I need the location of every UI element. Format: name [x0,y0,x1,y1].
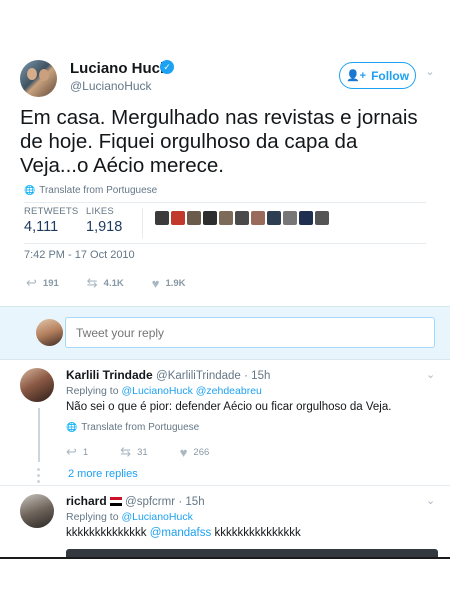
retweets-label[interactable]: RETWEETS [24,206,78,217]
divider [0,485,450,486]
translate-label: Translate from Portuguese [81,422,200,433]
mention-link[interactable]: @LucianoHuck [121,511,192,523]
retweet-count: 31 [137,446,148,458]
author-name[interactable]: Luciano Huck [70,60,168,77]
likes-label[interactable]: LIKES [86,206,114,217]
globe-icon: 🌐 [24,185,36,195]
author-handle[interactable]: @LucianoHuck [70,79,152,93]
reply-button[interactable]: ↩ 191 [26,275,59,291]
reply-text-part: kkkkkkkkkkkkkk [66,527,147,539]
follow-label: Follow [371,68,410,83]
divider [142,208,143,238]
reply-count: 1 [82,446,89,458]
reply-icon: ↩ [26,275,37,290]
tweet-actions: ↩ 191 ⇆ 4.1K ♥ 1.9K [26,275,214,291]
tweet-text: Em casa. Mergulhado nas revistas e jorna… [20,106,418,177]
liker-avatar[interactable] [235,211,249,225]
reply-time[interactable]: · 15h [244,370,270,382]
attached-media[interactable] [66,549,438,557]
retweet-icon: ⇆ [120,444,132,459]
liker-avatar[interactable] [251,211,265,225]
like-count: 266 [193,446,210,458]
likes-count[interactable]: 1,918 [86,219,122,235]
retweet-count: 4.1K [103,277,124,289]
avatar[interactable] [20,494,54,528]
thread-line [38,408,40,462]
liker-avatar[interactable] [187,211,201,225]
retweets-count[interactable]: 4,111 [24,219,58,235]
more-replies-link[interactable]: 2 more replies [68,468,138,480]
liker-avatar[interactable] [299,211,313,225]
reply-time[interactable]: · 15h [178,496,204,508]
retweet-icon: ⇆ [86,275,98,290]
like-count: 1.9K [165,277,186,289]
translate-link[interactable]: 🌐 Translate from Portuguese [24,185,157,196]
reply-composer [0,306,450,360]
divider [24,243,426,244]
user-avatar [36,319,63,346]
divider [24,202,426,203]
reply-icon: ↩ [66,444,77,459]
retweet-button[interactable]: ⇆ 31 [120,444,147,460]
heart-icon: ♥ [179,444,188,460]
reply-text: kkkkkkkkkkkkkk @mandafss kkkkkkkkkkkkkkk [66,527,301,539]
flag-icon [109,497,122,506]
add-user-icon: 👤+ [345,70,367,82]
reply-text: Não sei o que é pior: defender Aécio ou … [66,401,392,413]
reply-author[interactable]: Karlili Trindade @KarliliTrindade · 15h [66,368,270,382]
mention-link[interactable]: @mandafss [150,527,212,539]
globe-icon: 🌐 [66,422,78,432]
tweet-timestamp[interactable]: 7:42 PM - 17 Oct 2010 [24,249,135,261]
chevron-down-icon[interactable]: ⌄ [424,66,436,78]
liker-avatar[interactable] [171,211,185,225]
retweet-button[interactable]: ⇆ 4.1K [87,275,124,291]
verified-badge-icon: ✓ [160,60,174,74]
liker-avatar[interactable] [203,211,217,225]
reply-author[interactable]: richard @spfcrmr · 15h [66,494,205,508]
tweet-page: Luciano Huck ✓ @LucianoHuck 👤+ Follow ⌄ … [0,0,450,600]
liker-avatar[interactable] [155,211,169,225]
mention-link[interactable]: @LucianoHuck [121,385,192,397]
reply-handle: @spfcrmr [125,496,176,508]
reply-button[interactable]: ↩ 1 [66,444,88,460]
replying-prefix: Replying to [66,511,119,523]
divider [0,557,450,559]
translate-label: Translate from Portuguese [39,185,158,196]
reply-count: 191 [42,277,59,289]
reply-actions: ↩ 1 ⇆ 31 ♥ 266 [66,444,241,460]
replying-prefix: Replying to [66,385,119,397]
reply-author-name: Karlili Trindade [66,368,153,382]
like-button[interactable]: ♥ 1.9K [152,276,186,291]
replying-to: Replying to @LucianoHuck [66,511,193,523]
chevron-down-icon[interactable]: ⌄ [426,494,435,507]
reply-handle: @KarliliTrindade [156,370,241,382]
reply-input[interactable] [65,317,435,348]
liker-avatar[interactable] [283,211,297,225]
reply-author-name: richard [66,494,107,508]
liker-avatar[interactable] [315,211,329,225]
thread-dots [37,468,41,483]
translate-link[interactable]: 🌐 Translate from Portuguese [66,422,199,433]
liker-avatar[interactable] [267,211,281,225]
liker-avatar[interactable] [219,211,233,225]
reply-text-part: kkkkkkkkkkkkkkk [214,527,301,539]
follow-button[interactable]: 👤+ Follow [339,62,416,89]
replying-to: Replying to @LucianoHuck @zehdeabreu [66,385,262,397]
chevron-down-icon[interactable]: ⌄ [426,368,435,381]
avatar[interactable] [20,368,54,402]
heart-icon: ♥ [151,275,160,291]
mention-link[interactable]: @zehdeabreu [196,385,262,397]
author-avatar[interactable] [20,60,57,97]
liker-avatars [155,211,329,231]
like-button[interactable]: ♥ 266 [180,445,210,460]
